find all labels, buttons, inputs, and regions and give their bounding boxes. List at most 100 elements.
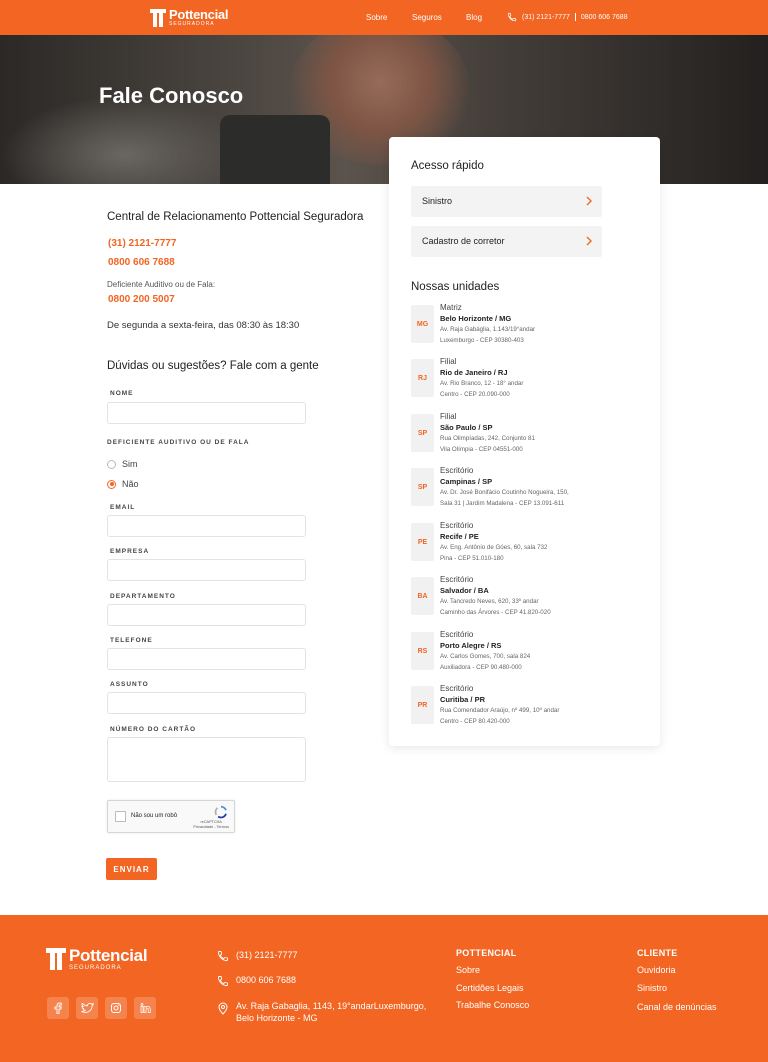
recaptcha-logo-icon [214, 805, 227, 819]
instagram-icon[interactable] [105, 997, 127, 1019]
radio-sim[interactable] [107, 459, 116, 469]
name-input[interactable] [107, 402, 306, 424]
radio-option-sim[interactable]: Sim [107, 459, 138, 469]
company-input[interactable] [107, 559, 306, 581]
subject-label: ASSUNTO [110, 681, 149, 688]
unit-badge: RJ [411, 359, 434, 397]
nav-link-seguros[interactable]: Seguros [412, 13, 442, 22]
footer-link-ouvidoria[interactable]: Ouvidoria [637, 965, 676, 975]
nav-link-sobre[interactable]: Sobre [366, 13, 387, 22]
unit-address-line2: Caminho das Árvores - CEP 41.820-020 [440, 609, 551, 616]
footer-address-line1: Av. Raja Gabaglia, 1143, 19°andarLuxembu… [236, 1001, 427, 1011]
unit-address-line2: Luxemburgo - CEP 30380-403 [440, 337, 524, 344]
quick-link-sinistro-label: Sinistro [422, 196, 453, 206]
unit-type: Matriz [440, 303, 462, 312]
unit-badge: BA [411, 577, 434, 615]
phone-icon [218, 976, 228, 986]
phone-icon [218, 951, 228, 961]
footer-address-row: Av. Raja Gabaglia, 1143, 19°andarLuxembu… [217, 1001, 426, 1024]
unit-item: RJ Filial Rio de Janeiro / RJ Av. Rio Br… [411, 357, 641, 405]
footer-col-cliente-title: CLIENTE [637, 948, 678, 958]
unit-address-line1: Av. Raja Gabáglia, 1.143/19°andar [440, 326, 536, 333]
nav-link-blog[interactable]: Blog [466, 13, 482, 22]
footer-phone-2[interactable]: 0800 606 7688 [236, 975, 296, 985]
recaptcha-checkbox[interactable] [115, 811, 126, 822]
submit-button[interactable]: ENVIAR [106, 858, 157, 880]
phone-label: TELEFONE [110, 637, 153, 644]
top-navbar: Pottencial SEGURADORA Sobre Seguros Blog… [0, 0, 768, 35]
quick-link-sinistro[interactable]: Sinistro [411, 186, 602, 217]
linkedin-icon[interactable] [134, 997, 156, 1019]
unit-address-line2: Pina - CEP 51.010-180 [440, 555, 504, 562]
chevron-right-icon [586, 196, 592, 206]
unit-badge: MG [411, 305, 434, 343]
radio-nao[interactable] [107, 479, 116, 489]
unit-badge: SP [411, 414, 434, 452]
unit-address-line1: Rua Comendador Araújo, nº 499, 10º andar [440, 707, 560, 714]
pottencial-logo-mark-icon [150, 8, 166, 27]
unit-address-line1: Rua Olimpíadas, 242, Conjunto 81 [440, 435, 535, 442]
contact-phone-1[interactable]: (31) 2121-7777 [108, 238, 176, 249]
unit-address-line1: Av. Tancredo Neves, 620, 33º andar [440, 598, 539, 605]
department-label: DEPARTAMENTO [110, 593, 176, 600]
deaf-support-phone[interactable]: 0800 200 5007 [108, 294, 175, 305]
radio-nao-label: Não [122, 479, 139, 489]
unit-item: BA Escritório Salvador / BA Av. Tancredo… [411, 575, 641, 623]
unit-city: Campinas / SP [440, 477, 493, 486]
location-pin-icon [218, 1002, 228, 1015]
radio-sim-label: Sim [122, 459, 138, 469]
header-phones: (31) 2121-7777 0800 606 7688 [507, 12, 628, 22]
unit-badge: PR [411, 686, 434, 724]
footer-link-trabalhe[interactable]: Trabalhe Conosco [456, 1000, 529, 1010]
footer-link-sobre[interactable]: Sobre [456, 965, 480, 975]
page-title: Fale Conosco [99, 83, 244, 108]
unit-type: Escritório [440, 521, 474, 530]
recaptcha-terms[interactable]: Privacidade - Termos [193, 825, 229, 830]
subject-input[interactable] [107, 692, 306, 714]
unit-item: SP Filial São Paulo / SP Rua Olimpíadas,… [411, 412, 641, 460]
footer-phone-1-row[interactable]: (31) 2121-7777 [217, 950, 298, 962]
logo-text: Pottencial [169, 7, 229, 22]
footer-logo[interactable]: Pottencial SEGURADORA [46, 947, 148, 971]
card-number-textarea[interactable] [107, 737, 306, 782]
unit-badge: PE [411, 523, 434, 561]
header-phone-1[interactable]: (31) 2121-7777 [522, 14, 570, 21]
unit-address-line2: Vila Olímpia - CEP 04551-000 [440, 446, 523, 453]
footer-col-pottencial-title: POTTENCIAL [456, 948, 517, 958]
footer-link-denuncias[interactable]: Canal de denúncias [637, 1002, 717, 1012]
recaptcha-label: Não sou um robô [131, 813, 178, 819]
unit-item: PE Escritório Recife / PE Av. Eng. Antôn… [411, 521, 641, 569]
twitter-icon[interactable] [76, 997, 98, 1019]
contact-phone-2[interactable]: 0800 606 7688 [108, 257, 175, 268]
unit-item: MG Matriz Belo Horizonte / MG Av. Raja G… [411, 303, 641, 351]
unit-badge: SP [411, 468, 434, 506]
unit-address-line2: Centro - CEP 20.090-000 [440, 391, 510, 398]
deaf-support-label: Deficiente Auditivo ou de Fala: [107, 280, 216, 289]
unit-city: Rio de Janeiro / RJ [440, 368, 508, 377]
footer-logo-subtext: SEGURADORA [69, 965, 122, 971]
footer-link-sinistro[interactable]: Sinistro [637, 983, 667, 993]
unit-item: PR Escritório Curitiba / PR Rua Comendad… [411, 684, 641, 732]
footer-phone-2-row[interactable]: 0800 606 7688 [217, 975, 296, 987]
quick-access-title: Acesso rápido [411, 160, 484, 172]
phone-input[interactable] [107, 648, 306, 670]
unit-address-line1: Av. Carlos Gomes, 700, sala 824 [440, 653, 531, 660]
email-input[interactable] [107, 515, 306, 537]
facebook-icon[interactable] [47, 997, 69, 1019]
radio-option-nao[interactable]: Não [107, 479, 139, 489]
company-label: EMPRESA [110, 548, 150, 555]
recaptcha-widget: Não sou um robô reCAPTCHA Privacidade - … [107, 800, 235, 833]
unit-type: Escritório [440, 684, 474, 693]
email-label: EMAIL [110, 504, 136, 511]
quick-link-cadastro-corretor[interactable]: Cadastro de corretor [411, 226, 602, 257]
unit-city: São Paulo / SP [440, 423, 493, 432]
pottencial-logo[interactable]: Pottencial SEGURADORA [150, 8, 228, 27]
name-label: NOME [110, 390, 134, 397]
department-input[interactable] [107, 604, 306, 626]
footer-phone-1[interactable]: (31) 2121-7777 [236, 950, 298, 960]
footer-link-certidoes[interactable]: Certidões Legais [456, 983, 524, 993]
header-phone-2[interactable]: 0800 606 7688 [581, 14, 628, 21]
unit-city: Belo Horizonte / MG [440, 314, 512, 323]
unit-item: SP Escritório Campinas / SP Av. Dr. José… [411, 466, 641, 514]
quick-link-cadastro-label: Cadastro de corretor [422, 236, 505, 246]
